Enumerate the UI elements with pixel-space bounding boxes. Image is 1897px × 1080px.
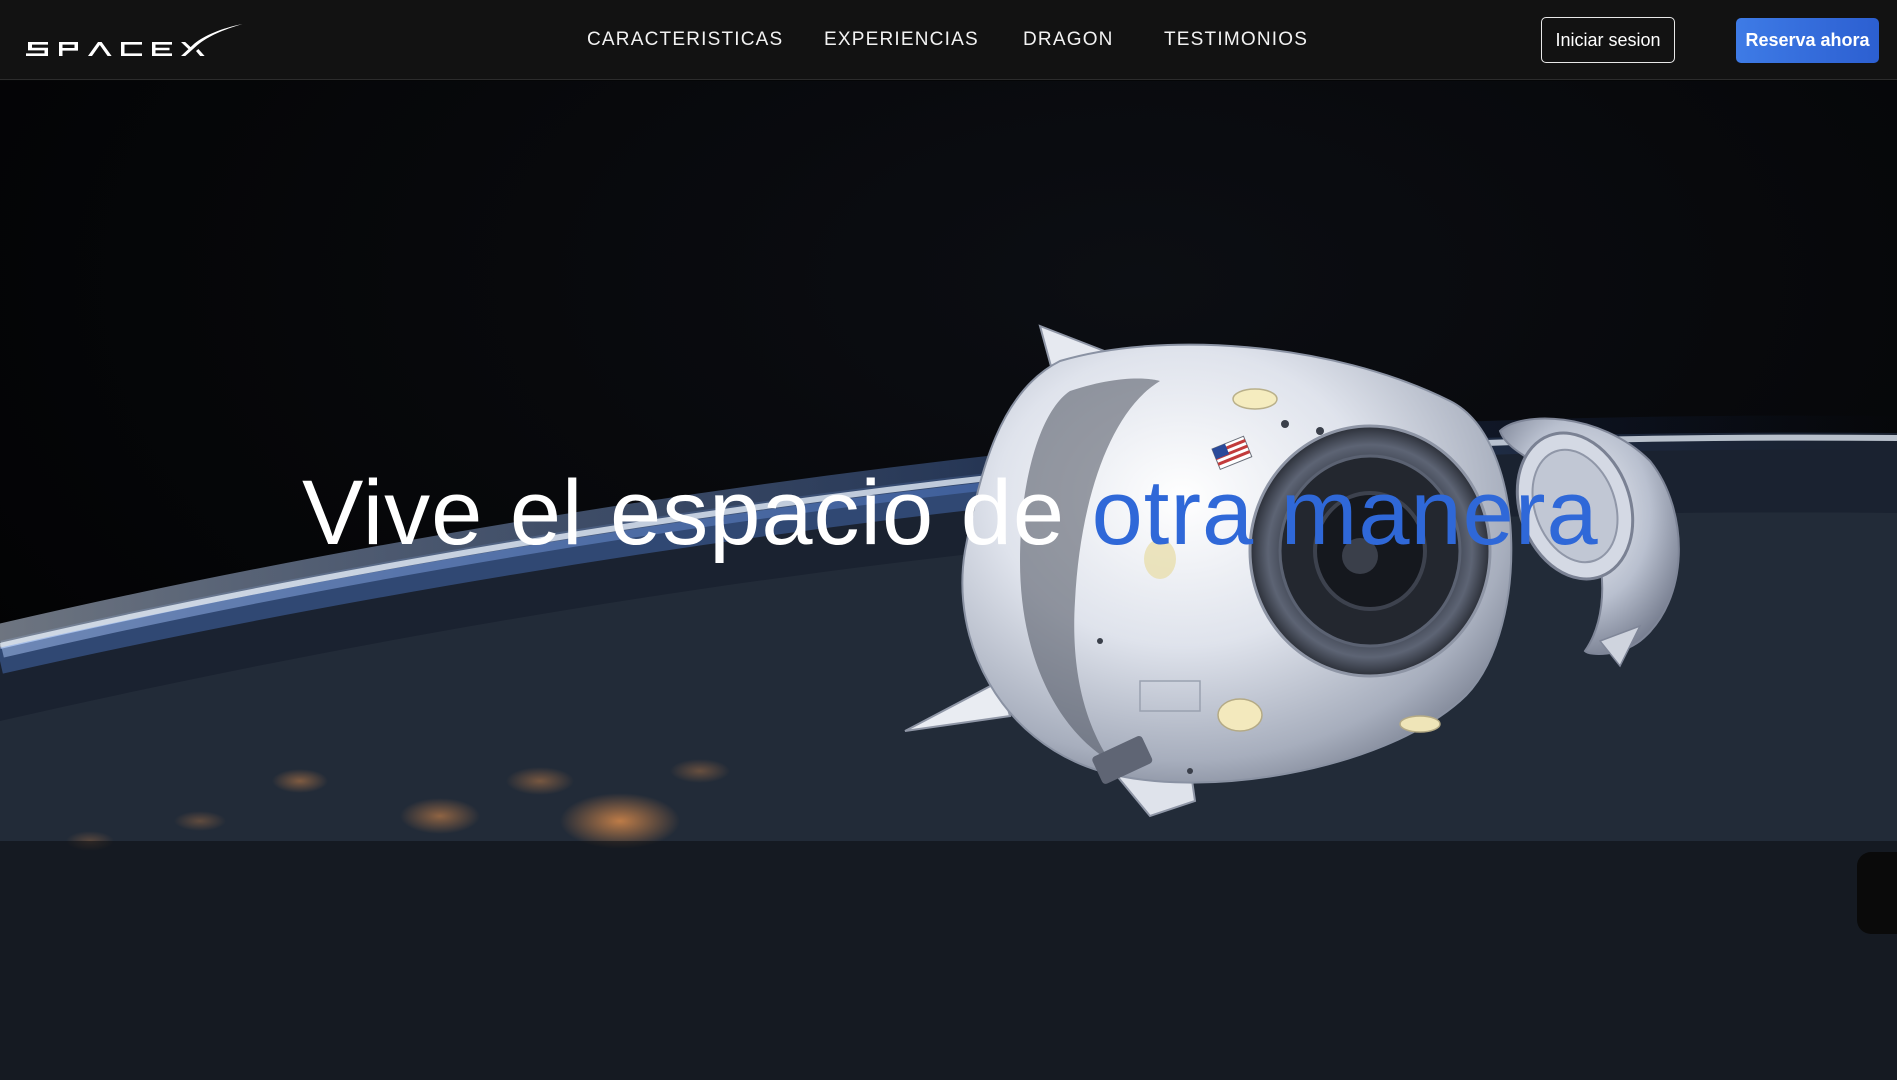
headline-accent-text: otra manera [1091,462,1599,564]
dragon-capsule-over-earth-image [0,81,1897,1080]
page: CARACTERISTICAS EXPERIENCIAS DRAGON TEST… [0,0,1897,1080]
book-now-button[interactable]: Reserva ahora [1736,18,1879,63]
hero-image [0,81,1897,1080]
side-scroll-handle[interactable] [1857,852,1897,934]
login-button[interactable]: Iniciar sesion [1541,17,1675,63]
headline-main-text: Vive el espacio de [302,462,1092,564]
hero-headline: Vive el espacio de otra manera [302,461,1599,566]
nav-link-experiencias[interactable]: EXPERIENCIAS [824,29,979,51]
nav-link-caracteristicas[interactable]: CARACTERISTICAS [587,29,783,51]
nav-link-dragon[interactable]: DRAGON [1023,29,1114,51]
top-navbar: CARACTERISTICAS EXPERIENCIAS DRAGON TEST… [0,0,1897,80]
nav-link-testimonios[interactable]: TESTIMONIOS [1164,29,1308,51]
hero-section: Vive el espacio de otra manera [0,81,1897,1080]
